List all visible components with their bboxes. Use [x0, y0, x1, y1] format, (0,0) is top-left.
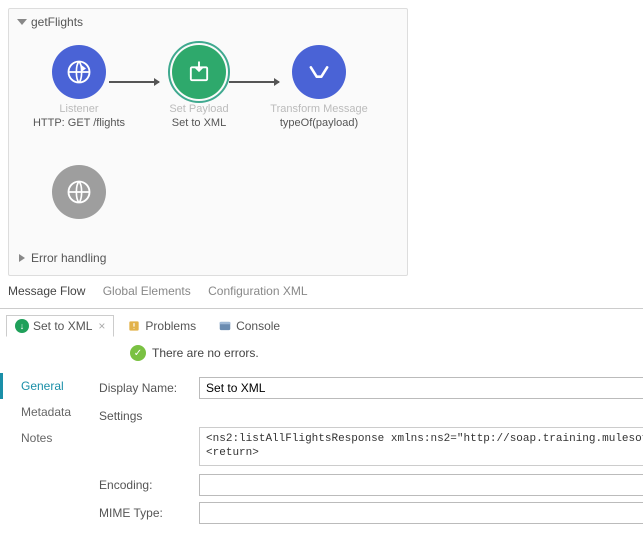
tab-set-to-xml[interactable]: ↓ Set to XML × [6, 315, 114, 337]
mime-input[interactable] [199, 502, 643, 524]
set-payload-icon [172, 45, 226, 99]
node-listener-title: Listener [19, 103, 139, 115]
display-name-label: Display Name: [99, 381, 191, 395]
error-handling-section[interactable]: Error handling [9, 245, 407, 275]
node-set-payload-subtitle: Set to XML [139, 117, 259, 129]
form-area: Display Name: Settings <ns2:listAllFligh… [89, 367, 643, 540]
console-icon [218, 319, 232, 333]
tab-message-flow[interactable]: Message Flow [8, 284, 85, 298]
display-name-input[interactable] [199, 377, 643, 399]
globe-icon [52, 45, 106, 99]
error-handling-label: Error handling [31, 251, 106, 265]
mime-combo[interactable]: ▾ [199, 502, 643, 524]
tab-console[interactable]: Console [209, 315, 289, 337]
encoding-label: Encoding: [99, 478, 191, 492]
flow-body: Listener HTTP: GET /flights Set Payload … [9, 35, 407, 245]
side-nav: General Metadata Notes [0, 367, 89, 540]
status-row: ✓ There are no errors. [0, 337, 643, 367]
check-icon: ✓ [130, 345, 146, 361]
mime-label: MIME Type: [99, 506, 191, 520]
sidenav-general[interactable]: General [0, 373, 89, 399]
tab-problems-label: Problems [145, 319, 196, 333]
flow-editor-tabs: Message Flow Global Elements Configurati… [8, 284, 635, 298]
node-out[interactable] [19, 165, 139, 223]
tab-configuration-xml[interactable]: Configuration XML [208, 284, 307, 298]
flow-header[interactable]: getFlights [9, 9, 407, 35]
tab-global-elements[interactable]: Global Elements [103, 284, 191, 298]
node-transform-title: Transform Message [259, 103, 379, 115]
tab-console-label: Console [236, 319, 280, 333]
tab-set-to-xml-label: Set to XML [33, 319, 92, 333]
sidenav-notes[interactable]: Notes [0, 425, 89, 451]
node-set-payload-title: Set Payload [139, 103, 259, 115]
caret-right-icon [19, 254, 25, 262]
caret-down-icon [17, 19, 27, 25]
settings-label: Settings [99, 409, 643, 423]
node-transform[interactable]: Transform Message typeOf(payload) [259, 45, 379, 129]
node-listener-subtitle: HTTP: GET /flights [19, 117, 139, 129]
bottom-panel-tabs: ↓ Set to XML × Problems Console [0, 308, 643, 337]
encoding-input[interactable] [199, 474, 643, 496]
node-listener[interactable]: Listener HTTP: GET /flights [19, 45, 139, 129]
properties-area: General Metadata Notes Display Name: Set… [0, 367, 643, 540]
value-snippet[interactable]: <ns2:listAllFlightsResponse xmlns:ns2="h… [199, 427, 643, 466]
node-transform-subtitle: typeOf(payload) [259, 117, 379, 129]
transform-icon [292, 45, 346, 99]
globe-out-icon [52, 165, 106, 219]
node-set-payload[interactable]: Set Payload Set to XML [139, 45, 259, 129]
encoding-combo[interactable]: ▾ [199, 474, 643, 496]
flow-title: getFlights [31, 15, 83, 29]
payload-badge-icon: ↓ [15, 319, 29, 333]
sidenav-metadata[interactable]: Metadata [0, 399, 89, 425]
tab-problems[interactable]: Problems [118, 315, 205, 337]
status-text: There are no errors. [152, 346, 259, 360]
flow-canvas: getFlights Listener HTTP: GET /flights S… [8, 8, 408, 276]
problems-icon [127, 319, 141, 333]
close-icon[interactable]: × [98, 319, 105, 333]
